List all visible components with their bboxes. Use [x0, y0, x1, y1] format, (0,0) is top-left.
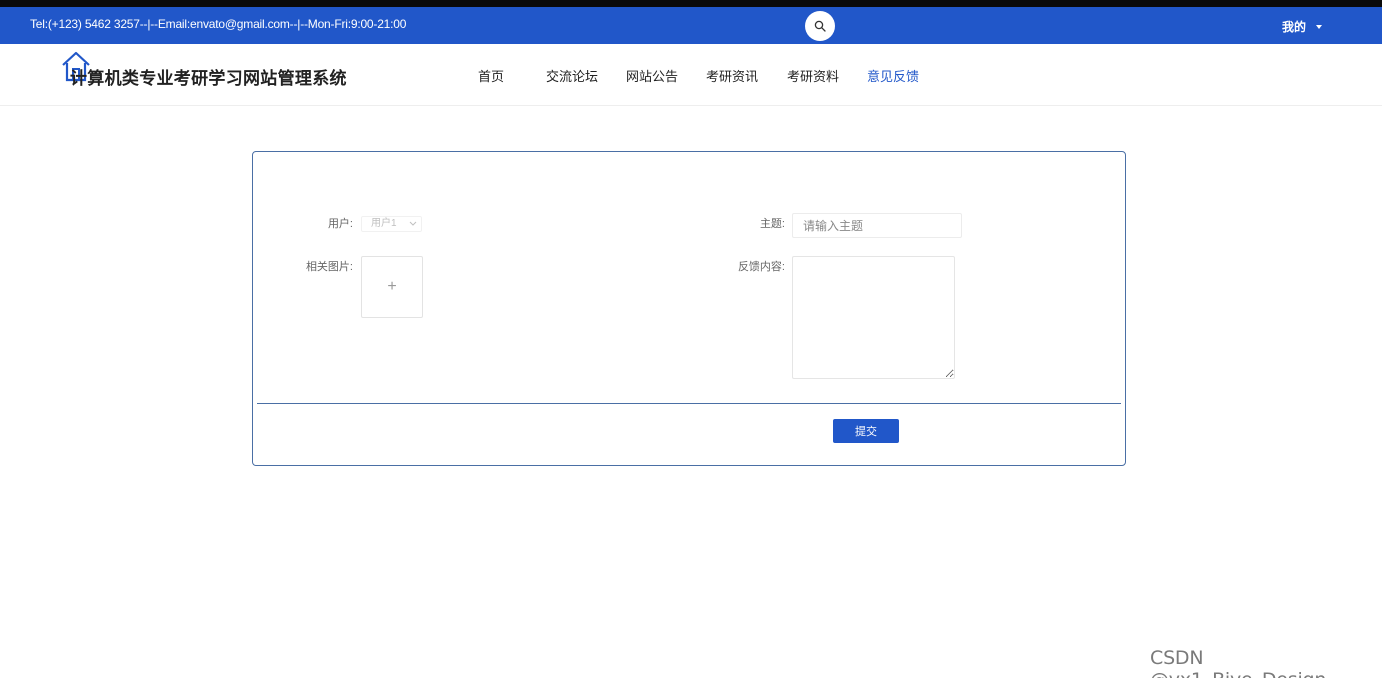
submit-button[interactable]: 提交 [833, 419, 899, 443]
feedback-form-card: 用户: 用户1 相关图片: + 主题: 反馈内容: 提交 [252, 151, 1126, 466]
caret-down-icon [1316, 25, 1323, 29]
nav-item-announcements[interactable]: 网站公告 [626, 66, 678, 85]
plus-icon: + [387, 278, 397, 295]
nav-item-forum[interactable]: 交流论坛 [546, 66, 598, 85]
user-label: 用户: [327, 218, 353, 230]
nav-item-feedback[interactable]: 意见反馈 [867, 66, 919, 85]
image-upload-button[interactable]: + [361, 256, 423, 318]
nav-item-home[interactable]: 首页 [478, 66, 504, 85]
site-header: 计算机类专业考研学习网站管理系统 首页 交流论坛 网站公告 考研资讯 考研资料 … [0, 44, 1382, 106]
subject-input[interactable] [792, 213, 962, 238]
user-select-value: 用户1 [371, 218, 397, 229]
form-divider [257, 403, 1121, 404]
site-title[interactable]: 计算机类专业考研学习网站管理系统 [70, 64, 347, 89]
subject-label: 主题: [759, 218, 785, 230]
feedback-content-textarea[interactable] [792, 256, 955, 379]
top-bar: Tel:(+123) 5462 3257--|--Email:envato@gm… [0, 7, 1382, 44]
user-menu-label: 我的 [1282, 20, 1307, 34]
nav-item-materials[interactable]: 考研资料 [787, 66, 839, 85]
image-label: 相关图片: [305, 261, 353, 273]
chevron-down-icon [409, 221, 417, 226]
watermark: CSDN @vx1_Biye_Design [1150, 647, 1326, 678]
search-button[interactable] [805, 11, 835, 41]
content-label: 反馈内容: [737, 261, 785, 273]
user-select[interactable]: 用户1 [361, 216, 422, 232]
nav-item-news[interactable]: 考研资讯 [706, 66, 758, 85]
user-menu-dropdown[interactable]: 我的 [1282, 18, 1323, 35]
contact-info: Tel:(+123) 5462 3257--|--Email:envato@gm… [30, 17, 407, 31]
window-top-strip [0, 0, 1382, 7]
search-icon [814, 20, 826, 32]
